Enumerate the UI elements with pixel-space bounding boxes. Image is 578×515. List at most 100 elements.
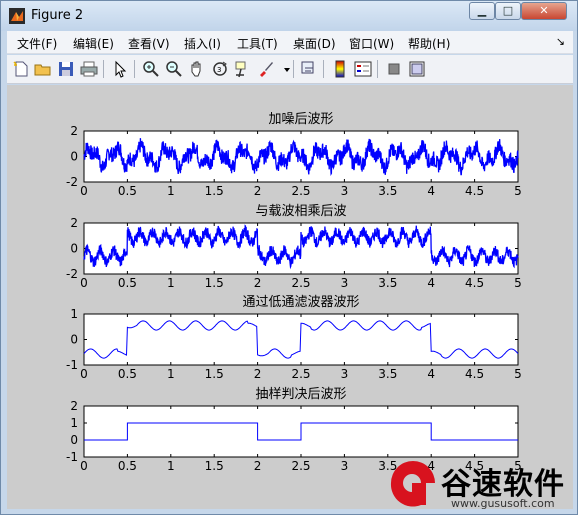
x-tick-label: 1 (167, 367, 175, 381)
x-tick-label: 2.5 (291, 367, 310, 381)
toolbar-separator (103, 60, 104, 78)
open-icon[interactable] (33, 59, 53, 79)
menu-desktop[interactable]: 桌面(D) (293, 35, 336, 52)
menu-bar: 文件(F) 编辑(E) 查看(V) 插入(I) 工具(T) 桌面(D) 窗口(W… (7, 31, 573, 54)
x-tick-label: 1 (167, 184, 175, 198)
menu-view[interactable]: 查看(V) (128, 35, 170, 52)
x-tick-label: 1 (167, 276, 175, 290)
menu-tools[interactable]: 工具(T) (237, 35, 278, 52)
brush-icon[interactable] (256, 59, 276, 79)
y-tick-label: 2 (70, 216, 78, 230)
x-tick-label: 4 (427, 184, 435, 198)
figure-canvas: 加噪后波形 0 0.5 1 1.5 2 2.5 3 3.5 4 4.5 5 2 0 -2 与载波相乘后波 0 0.… (7, 85, 573, 509)
y-tick-label: 1 (70, 416, 78, 430)
plot-title-1: 加噪后波形 (268, 112, 333, 127)
plot-area-3 (83, 313, 519, 366)
show-plot-tools-icon[interactable] (407, 59, 427, 79)
x-tick-label: 1.5 (205, 276, 224, 290)
toolbar-separator (377, 60, 378, 78)
minimize-button[interactable]: ▁ (469, 2, 495, 20)
x-tick-label: 0 (80, 459, 88, 473)
x-tick-label: 5 (514, 367, 522, 381)
x-tick-label: 3 (341, 276, 349, 290)
brush-dropdown-icon[interactable] (277, 59, 290, 79)
y-tick-label: -1 (66, 358, 78, 372)
x-tick-label: 2 (254, 367, 262, 381)
x-tick-label: 2.5 (291, 184, 310, 198)
x-tick-label: 2 (254, 276, 262, 290)
y-tick-label: 0 (70, 150, 78, 164)
x-tick-label: 3 (341, 459, 349, 473)
x-tick-label: 0.5 (118, 184, 137, 198)
figure-window: Figure 2 ▁ □ ✕ 文件(F) 编辑(E) 查看(V) 插入(I) 工… (0, 0, 578, 515)
pointer-icon[interactable] (110, 59, 130, 79)
menu-edit[interactable]: 编辑(E) (73, 35, 114, 52)
close-button[interactable]: ✕ (521, 2, 567, 20)
x-tick-label: 0.5 (118, 459, 137, 473)
y-tick-label: 0 (70, 333, 78, 347)
rotate-icon[interactable]: 3 (210, 59, 230, 79)
figure-toolbar: 3 (7, 55, 573, 84)
toolbar-separator (323, 60, 324, 78)
x-tick-label: 5 (514, 184, 522, 198)
toolbar-separator (134, 60, 135, 78)
y-tick-label: 2 (70, 124, 78, 138)
x-tick-label: 5 (514, 276, 522, 290)
menu-window[interactable]: 窗口(W) (349, 35, 394, 52)
link-icon[interactable] (299, 59, 319, 79)
x-tick-label: 3.5 (378, 367, 397, 381)
menu-file[interactable]: 文件(F) (17, 35, 57, 52)
x-tick-label: 3 (341, 367, 349, 381)
zoom-out-icon[interactable] (164, 59, 184, 79)
y-tick-label: 2 (70, 399, 78, 413)
x-tick-label: 1.5 (205, 184, 224, 198)
x-tick-label: 4.5 (465, 367, 484, 381)
x-tick-label: 1 (167, 459, 175, 473)
print-icon[interactable] (79, 59, 99, 79)
x-tick-label: 1.5 (205, 367, 224, 381)
x-tick-label: 2.5 (291, 459, 310, 473)
x-tick-label: 4 (427, 276, 435, 290)
x-tick-label: 3.5 (378, 184, 397, 198)
x-tick-label: 2.5 (291, 276, 310, 290)
window-title: Figure 2 (31, 8, 84, 23)
maximize-button[interactable]: □ (495, 2, 521, 20)
y-tick-label: 0 (70, 433, 78, 447)
menu-insert[interactable]: 插入(I) (184, 35, 221, 52)
watermark-url: www.gususoft.com (451, 497, 555, 510)
x-tick-label: 0.5 (118, 276, 137, 290)
hide-plot-tools-icon[interactable] (384, 59, 404, 79)
y-tick-label: -2 (66, 267, 78, 281)
save-icon[interactable] (56, 59, 76, 79)
y-tick-label: 0 (70, 242, 78, 256)
toolbar-separator (293, 60, 294, 78)
x-tick-label: 3.5 (378, 276, 397, 290)
svg-text:3: 3 (217, 66, 221, 74)
data-cursor-icon[interactable] (233, 59, 253, 79)
x-tick-label: 0 (80, 184, 88, 198)
plot-title-2: 与载波相乘后波 (255, 204, 346, 219)
menu-help[interactable]: 帮助(H) (408, 35, 450, 52)
legend-icon[interactable] (353, 59, 373, 79)
colorbar-icon[interactable] (330, 59, 350, 79)
zoom-in-icon[interactable] (141, 59, 161, 79)
pan-icon[interactable] (187, 59, 207, 79)
plot-canvas[interactable]: 加噪后波形0 0.5 1 1.5 2 2.5 3 3.5 4 4.5 520-2与载波相乘后波0 0.… (7, 85, 573, 509)
x-tick-label: 2 (254, 459, 262, 473)
x-tick-label: 0.5 (118, 367, 137, 381)
y-tick-label: -2 (66, 175, 78, 189)
x-tick-label: 4.5 (465, 184, 484, 198)
plot-title-4: 抽样判决后波形 (255, 387, 346, 402)
x-tick-label: 4 (427, 367, 435, 381)
dock-arrow-icon[interactable]: ↘ (556, 35, 565, 48)
y-tick-label: 1 (70, 307, 78, 321)
y-tick-label: -1 (66, 450, 78, 464)
title-bar[interactable]: Figure 2 ▁ □ ✕ (1, 1, 577, 31)
new-figure-icon[interactable] (11, 59, 31, 79)
x-tick-label: 3 (341, 184, 349, 198)
matlab-icon (9, 8, 25, 24)
plot-title-3: 通过低通滤波器波形 (242, 295, 359, 310)
x-tick-label: 1.5 (205, 459, 224, 473)
x-tick-label: 0 (80, 367, 88, 381)
x-tick-label: 4.5 (465, 276, 484, 290)
